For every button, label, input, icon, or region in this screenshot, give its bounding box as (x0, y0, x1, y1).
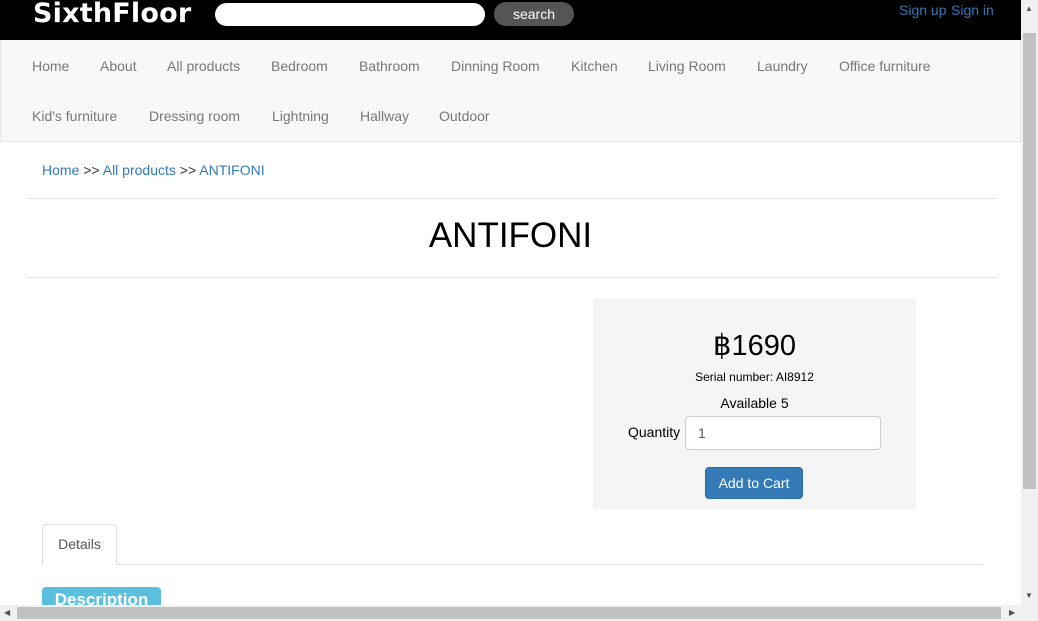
quantity-input[interactable] (685, 416, 881, 450)
breadcrumb-home[interactable]: Home (42, 162, 79, 178)
quantity-label: Quantity (628, 424, 681, 440)
horizontal-scrollbar[interactable]: ◀ ▶ (0, 605, 1021, 621)
site-logo[interactable]: SixthFloor (33, 0, 191, 29)
scrollbar-corner (1021, 605, 1038, 621)
scroll-left-icon[interactable]: ◀ (4, 608, 10, 617)
add-to-cart-button[interactable]: Add to Cart (705, 467, 803, 499)
product-price: ฿1690 (713, 330, 796, 362)
breadcrumb: Home >> All products >> ANTIFONI (42, 162, 265, 178)
tab-bar-line (42, 564, 983, 565)
price-panel: ฿1690 Serial number: AI8912 Available 5 … (593, 298, 916, 509)
divider (27, 277, 997, 278)
page-viewport: SixthFloor search Sign up Sign in Home A… (0, 0, 1021, 605)
breadcrumb-current[interactable]: ANTIFONI (199, 162, 264, 178)
breadcrumb-separator: >> (179, 162, 197, 178)
tab-details[interactable]: Details (42, 524, 117, 565)
breadcrumb-separator: >> (83, 162, 100, 178)
nav-dinning-room[interactable]: Dinning Room (451, 58, 540, 74)
nav-kitchen[interactable]: Kitchen (571, 58, 618, 74)
nav-home[interactable]: Home (32, 58, 69, 74)
search-button[interactable]: search (494, 2, 574, 26)
nav-hallway[interactable]: Hallway (360, 108, 409, 124)
nav-bathroom[interactable]: Bathroom (359, 58, 420, 74)
nav-all-products[interactable]: All products (167, 58, 240, 74)
nav-living-room[interactable]: Living Room (648, 58, 726, 74)
category-nav: Home About All products Bedroom Bathroom… (0, 40, 1021, 142)
scroll-down-icon[interactable]: ▼ (1025, 591, 1033, 600)
scroll-right-icon[interactable]: ▶ (1009, 608, 1015, 617)
description-heading: Description (42, 587, 161, 605)
serial-number: Serial number: AI8912 (695, 370, 814, 384)
signin-link[interactable]: Sign in (951, 2, 994, 18)
product-title: ANTIFONI (428, 216, 593, 255)
nav-dressing-room[interactable]: Dressing room (149, 108, 240, 124)
signup-link[interactable]: Sign up (899, 2, 946, 18)
vertical-scroll-thumb[interactable] (1023, 33, 1036, 489)
horizontal-scroll-thumb[interactable] (17, 607, 1001, 619)
divider (27, 198, 997, 199)
vertical-scrollbar[interactable]: ▲ ▼ (1021, 0, 1038, 605)
nav-office-furniture[interactable]: Office furniture (839, 58, 931, 74)
breadcrumb-all-products[interactable]: All products (103, 162, 176, 178)
top-header: SixthFloor search Sign up Sign in (0, 0, 1021, 40)
nav-about[interactable]: About (100, 58, 137, 74)
availability: Available 5 (720, 395, 789, 411)
nav-lightning[interactable]: Lightning (272, 108, 329, 124)
search-input[interactable] (215, 3, 485, 26)
scroll-up-icon[interactable]: ▲ (1025, 4, 1033, 13)
nav-laundry[interactable]: Laundry (757, 58, 808, 74)
nav-outdoor[interactable]: Outdoor (439, 108, 490, 124)
nav-bedroom[interactable]: Bedroom (271, 58, 328, 74)
nav-kids-furniture[interactable]: Kid's furniture (32, 108, 117, 124)
